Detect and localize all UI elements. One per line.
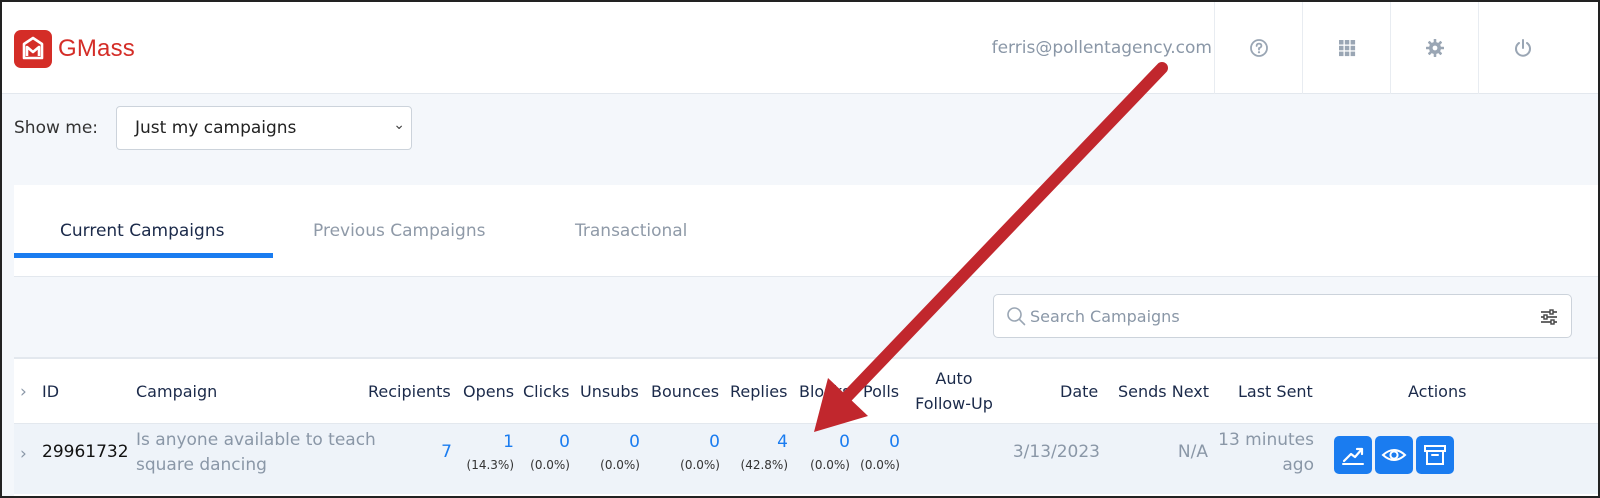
unsubs-count[interactable]: 0 (600, 430, 640, 454)
top-header: GMass ferris@pollentagency.com (2, 2, 1598, 94)
replies-pct: (42.8%) (740, 458, 788, 472)
blocks-count[interactable]: 0 (810, 430, 850, 454)
col-date[interactable]: Date (1060, 380, 1098, 404)
col-replies[interactable]: Replies (730, 380, 787, 404)
bounces-pct: (0.0%) (680, 458, 720, 472)
polls-pct: (0.0%) (860, 458, 900, 472)
col-blocks[interactable]: Blocks (799, 380, 851, 404)
help-button[interactable] (1214, 2, 1302, 94)
recipients-count[interactable]: 7 (418, 440, 452, 464)
trend-chart-icon (1342, 447, 1364, 465)
help-icon (1249, 39, 1268, 57)
chevron-down-icon: ⌄ (393, 117, 405, 133)
opens-pct: (14.3%) (466, 458, 514, 472)
col-bounces[interactable]: Bounces (651, 380, 719, 404)
col-sends-next[interactable]: Sends Next (1118, 380, 1209, 404)
table-toolbar: Search Campaigns (14, 277, 1598, 359)
opens-count[interactable]: 1 (474, 430, 514, 454)
last-sent-line1: 13 minutes (1218, 430, 1314, 450)
search-input[interactable]: Search Campaigns (1030, 307, 1180, 326)
col-last-sent[interactable]: Last Sent (1238, 380, 1313, 404)
campaign-id: 29961732 (42, 442, 129, 462)
sends-next-value: N/A (1177, 442, 1208, 462)
col-follow-up[interactable]: Follow-Up (911, 392, 997, 416)
tab-transactional[interactable]: Transactional (575, 221, 687, 241)
polls-count[interactable]: 0 (860, 430, 900, 454)
col-opens[interactable]: Opens (463, 380, 514, 404)
col-unsubs[interactable]: Unsubs (580, 380, 639, 404)
unsubs-pct: (0.0%) (600, 458, 640, 472)
active-tab-indicator (14, 253, 273, 258)
col-recipients[interactable]: Recipients (368, 380, 451, 404)
app-name: GMass (58, 35, 136, 62)
campaign-subject-line1[interactable]: Is anyone available to teach (136, 428, 376, 452)
apps-grid-icon (1338, 40, 1355, 57)
col-actions: Actions (1408, 382, 1467, 401)
clicks-count[interactable]: 0 (530, 430, 570, 454)
archive-box-icon (1424, 445, 1446, 465)
show-me-label: Show me: (14, 118, 99, 138)
col-polls[interactable]: Polls (863, 380, 899, 404)
campaign-date: 3/13/2023 (1012, 442, 1100, 462)
show-me-select[interactable]: Just my campaigns ⌄ (116, 106, 412, 150)
show-me-selected-value: Just my campaigns (135, 118, 297, 138)
row-expand-chevron-icon[interactable]: › (20, 442, 27, 466)
archive-button[interactable] (1416, 436, 1454, 474)
tab-current-campaigns[interactable]: Current Campaigns (60, 221, 224, 241)
campaigns-card: Current Campaigns Previous Campaigns Tra… (14, 185, 1598, 496)
last-sent-line2: ago (1282, 455, 1314, 475)
gear-icon (1425, 39, 1444, 57)
table-header: › ID Campaign Recipients Opens Clicks Un… (14, 361, 1598, 424)
settings-button[interactable] (1390, 2, 1478, 94)
campaign-subject-line2[interactable]: square dancing (136, 453, 267, 477)
search-icon (1007, 307, 1026, 326)
logout-button[interactable] (1478, 2, 1566, 94)
apps-button[interactable] (1302, 2, 1390, 94)
col-clicks[interactable]: Clicks (523, 380, 569, 404)
clicks-pct: (0.0%) (530, 458, 570, 472)
app-window: GMass ferris@pollentagency.com Show me: … (0, 0, 1600, 498)
filter-sliders-icon[interactable] (1539, 307, 1559, 327)
eye-icon (1381, 449, 1407, 461)
power-icon (1514, 39, 1531, 57)
col-auto[interactable]: Auto (922, 367, 986, 391)
reports-button[interactable] (1334, 436, 1372, 474)
gmass-logo-icon (14, 30, 52, 68)
view-button[interactable] (1375, 436, 1413, 474)
user-email[interactable]: ferris@pollentagency.com (992, 38, 1212, 58)
replies-count[interactable]: 4 (748, 430, 788, 454)
campaign-tabs: Current Campaigns Previous Campaigns Tra… (14, 185, 1598, 277)
tab-previous-campaigns[interactable]: Previous Campaigns (313, 221, 485, 241)
search-box[interactable]: Search Campaigns (993, 294, 1572, 338)
col-campaign[interactable]: Campaign (136, 380, 217, 404)
bounces-count[interactable]: 0 (680, 430, 720, 454)
col-id[interactable]: ID (42, 380, 59, 404)
expand-all-chevron-icon[interactable]: › (20, 380, 27, 404)
gmass-logo[interactable]: GMass (14, 30, 135, 68)
